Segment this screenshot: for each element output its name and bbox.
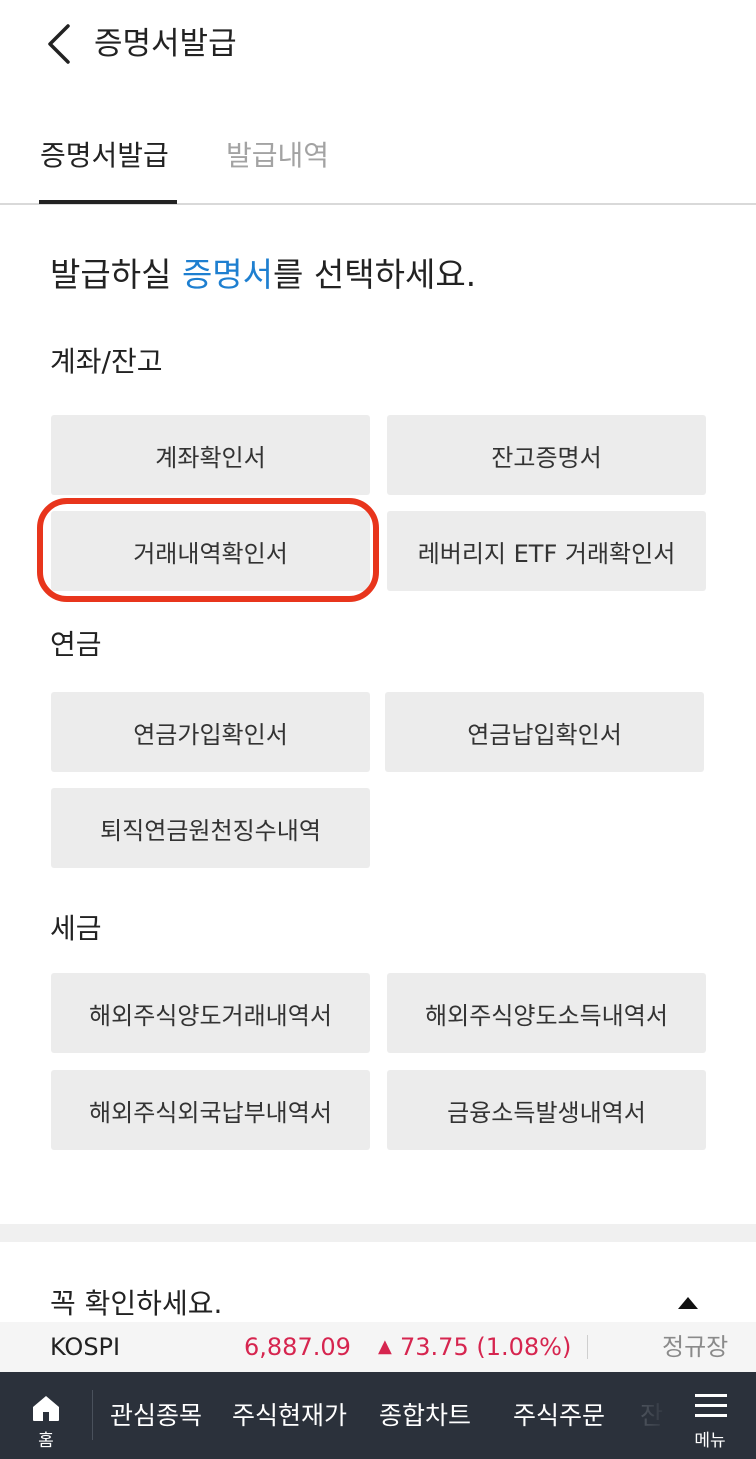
nav-stock-price[interactable]: 주식현재가 <box>232 1372 347 1459</box>
leverage-etf-confirmation-button[interactable]: 레버리지 ETF 거래확인서 <box>387 511 706 591</box>
overseas-stock-transfer-trade-button[interactable]: 해외주식양도거래내역서 <box>51 973 370 1053</box>
nav-home-label: 홈 <box>38 1431 54 1451</box>
prompt-highlight: 증명서 <box>181 255 274 294</box>
nav-stock-order[interactable]: 주식주문 <box>513 1372 605 1459</box>
page-title: 증명서발급 <box>94 26 237 62</box>
index-change: 73.75 (1.08%) <box>400 1333 572 1361</box>
section-title-tax: 세금 <box>50 912 102 945</box>
pension-payment-button[interactable]: 연금납입확인서 <box>385 692 704 772</box>
overseas-stock-foreign-tax-button[interactable]: 해외주식외국납부내역서 <box>51 1070 370 1150</box>
overseas-stock-transfer-income-button[interactable]: 해외주식양도소득내역서 <box>387 973 706 1053</box>
notice-title: 꼭 확인하세요. <box>50 1287 223 1320</box>
back-button[interactable] <box>40 22 80 66</box>
section-title-pension: 연금 <box>50 628 102 661</box>
transaction-history-button[interactable]: 거래내역확인서 <box>51 511 370 591</box>
ticker-separator <box>587 1335 588 1359</box>
retirement-pension-withholding-button[interactable]: 퇴직연금원천징수내역 <box>51 788 370 868</box>
nav-chart[interactable]: 종합차트 <box>379 1372 471 1459</box>
section-title-account: 계좌/잔고 <box>50 345 163 378</box>
section-divider <box>0 1224 756 1242</box>
hamburger-icon <box>695 1394 727 1417</box>
chevron-left-icon <box>48 24 70 64</box>
nav-fade <box>620 1372 670 1459</box>
active-tab-indicator <box>39 200 177 204</box>
balance-certificate-button[interactable]: 잔고증명서 <box>387 415 706 495</box>
market-ticker[interactable]: KOSPI 6,887.09 ▲ 73.75 (1.08%) 정규장 <box>0 1322 756 1372</box>
index-name: KOSPI <box>50 1333 121 1361</box>
market-session: 정규장 <box>662 1333 729 1361</box>
tab-certificate-issue[interactable]: 증명서발급 <box>40 136 169 176</box>
nav-separator <box>92 1390 93 1440</box>
pension-enrollment-button[interactable]: 연금가입확인서 <box>51 692 370 772</box>
bottom-navigation: 홈 관심종목 주식현재가 종합차트 주식주문 잔 메뉴 <box>0 1372 756 1459</box>
nav-home[interactable]: 홈 <box>0 1372 92 1459</box>
tab-bar: 증명서발급 발급내역 <box>0 120 756 205</box>
triangle-up-icon: ▲ <box>378 1336 392 1357</box>
index-value: 6,887.09 <box>244 1333 351 1361</box>
home-icon <box>33 1396 59 1421</box>
triangle-up-icon[interactable] <box>678 1297 698 1309</box>
financial-income-button[interactable]: 금융소득발생내역서 <box>387 1070 706 1150</box>
app-header: 증명서발급 <box>0 0 756 90</box>
prompt-text-after: 를 선택하세요. <box>273 255 477 294</box>
nav-menu[interactable]: 메뉴 <box>670 1372 756 1459</box>
selection-prompt: 발급하실 증명서를 선택하세요. <box>50 252 476 298</box>
account-confirmation-button[interactable]: 계좌확인서 <box>51 415 370 495</box>
tab-issue-history[interactable]: 발급내역 <box>226 136 329 176</box>
prompt-text-before: 발급하실 <box>50 255 182 294</box>
nav-menu-label: 메뉴 <box>694 1431 726 1451</box>
nav-watchlist[interactable]: 관심종목 <box>110 1372 202 1459</box>
